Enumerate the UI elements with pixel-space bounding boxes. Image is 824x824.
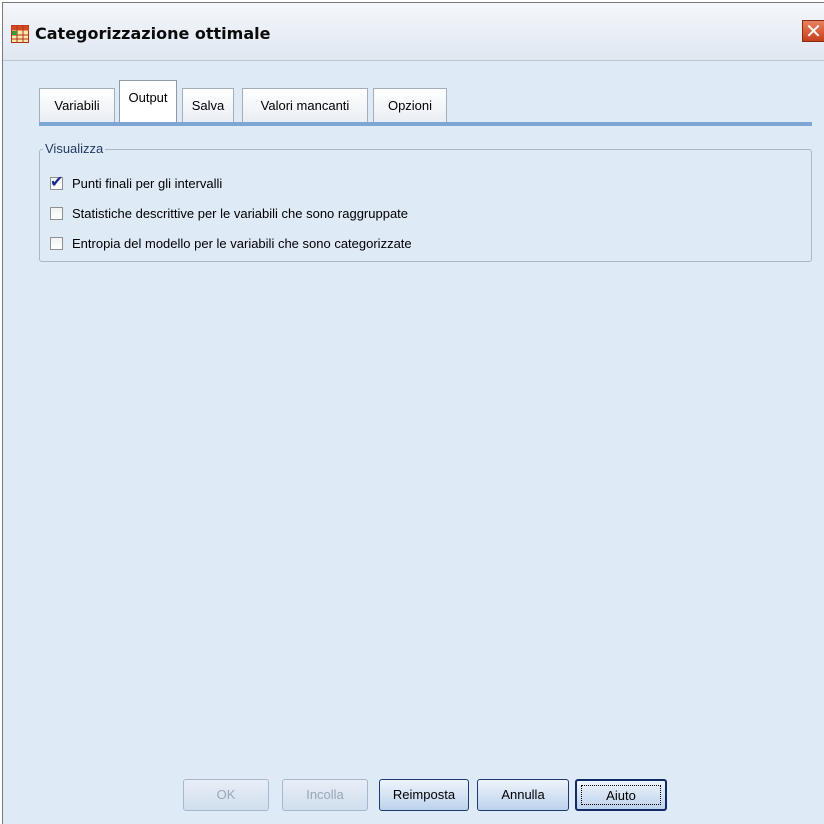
endpoints-checkbox[interactable]: ✔ — [50, 171, 64, 191]
tab-valori-mancanti[interactable]: Valori mancanti — [242, 88, 368, 122]
checkmark-icon: ✔ — [50, 171, 64, 191]
reset-button[interactable]: Reimposta — [379, 779, 469, 811]
close-icon[interactable]: ✕ — [802, 20, 824, 42]
descriptive-stats-checkbox[interactable] — [50, 206, 63, 220]
button-bar: OK Incolla Reimposta Annulla Aiuto — [3, 770, 824, 824]
tab-output[interactable]: Output — [119, 80, 177, 122]
dialog-window: Categorizzazione ottimale ✕ Variabili Ou… — [2, 2, 824, 824]
paste-button[interactable]: Incolla — [282, 779, 368, 811]
option-descriptive-stats[interactable]: Statistiche descrittive per le variabili… — [50, 205, 408, 221]
option-endpoints[interactable]: ✔ Punti finali per gli intervalli — [50, 171, 222, 191]
help-button-label: Aiuto — [606, 788, 636, 803]
help-button[interactable]: Aiuto — [575, 779, 667, 811]
endpoints-label[interactable]: Punti finali per gli intervalli — [72, 176, 222, 191]
tab-opzioni[interactable]: Opzioni — [373, 88, 447, 122]
option-model-entropy[interactable]: Entropia del modello per le variabili ch… — [50, 235, 412, 251]
tab-panel-border — [39, 122, 812, 126]
tab-salva[interactable]: Salva — [182, 88, 234, 122]
model-entropy-label[interactable]: Entropia del modello per le variabili ch… — [72, 236, 412, 251]
cancel-button[interactable]: Annulla — [477, 779, 569, 811]
window-title: Categorizzazione ottimale — [35, 24, 271, 43]
display-group-title: Visualizza — [43, 141, 106, 156]
ok-button[interactable]: OK — [183, 779, 269, 811]
descriptive-stats-label[interactable]: Statistiche descrittive per le variabili… — [72, 206, 408, 221]
tab-strip: Variabili Output Salva Valori mancanti O… — [39, 76, 824, 122]
tab-variabili[interactable]: Variabili — [39, 88, 115, 122]
table-grid-icon — [11, 25, 29, 43]
model-entropy-checkbox[interactable] — [50, 236, 63, 250]
title-bar[interactable]: Categorizzazione ottimale ✕ — [3, 3, 824, 61]
